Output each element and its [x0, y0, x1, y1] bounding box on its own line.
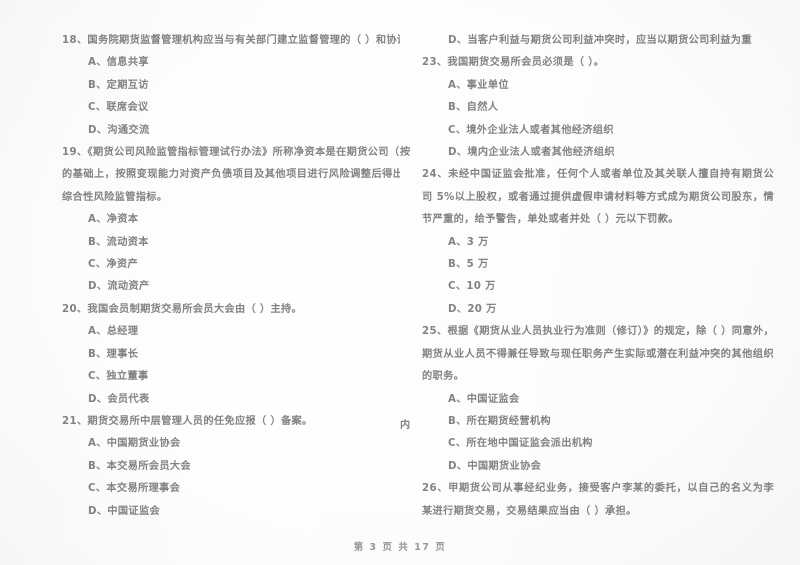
option-b: B、定期互访 [88, 79, 149, 91]
question-stem: 19、《期货公司风险监管指标管理试行办法》所称净资本是在期货公司（ ）的基础上，… [62, 147, 400, 203]
option-d: D、境内企业法人或者其他经济组织 [448, 147, 615, 159]
question-block: 18、国务院期货监督管理机构应当与有关部门建立监督管理的（ ）和协调配合机制。 … [62, 30, 400, 142]
scanned-exam-page: 18、国务院期货监督管理机构应当与有关部门建立监督管理的（ ）和协调配合机制。 … [0, 0, 800, 565]
question-block: 26、甲期货公司从事经纪业务，接受客户李某的委托，以自己的名义为李某进行期货交易… [422, 478, 774, 520]
question-stem: 18、国务院期货监督管理机构应当与有关部门建立监督管理的（ ）和协调配合机制。 [62, 35, 400, 46]
option-a: A、中国期货业协会 [88, 438, 181, 450]
option-c: C、10 万 [448, 281, 496, 293]
question-stem: 26、甲期货公司从事经纪业务，接受客户李某的委托，以自己的名义为李某进行期货交易… [422, 483, 774, 517]
question-block: 20、我国会员制期货交易所会员大会由（ ）主持。 A、总经理 B、理事长 C、独… [62, 299, 400, 411]
option-a: A、3 万 [448, 236, 489, 248]
question-block: D、当客户利益与期货公司利益冲突时，应当以期货公司利益为重 [422, 30, 774, 52]
question-block: 25、根据《期货从业人员执业行为准则（修订）》的规定，除（ ）同意外，期货从业人… [422, 321, 774, 478]
question-stem: 25、根据《期货从业人员执业行为准则（修订）》的规定，除（ ）同意外，期货从业人… [422, 326, 774, 383]
option-d: D、流动资产 [88, 281, 150, 293]
option-b: B、流动资本 [88, 236, 149, 248]
option-a: A、信息共享 [88, 57, 149, 69]
option-b: B、5 万 [448, 259, 489, 271]
two-column-body: 18、国务院期货监督管理机构应当与有关部门建立监督管理的（ ）和协调配合机制。 … [0, 0, 800, 520]
left-column: 18、国务院期货监督管理机构应当与有关部门建立监督管理的（ ）和协调配合机制。 … [0, 0, 400, 520]
option-a: A、事业单位 [448, 79, 509, 91]
option-d: D、中国证监会 [88, 505, 161, 517]
option-a: A、总经理 [88, 326, 139, 338]
gutter-wrap-fragment: 内 [400, 420, 411, 431]
right-column: 按 内 D、当客户利益与期货公司利益冲突时，应当以期货公司利益为重 23、我国期… [400, 0, 800, 520]
left-column-content: 18、国务院期货监督管理机构应当与有关部门建立监督管理的（ ）和协调配合机制。 … [62, 30, 400, 520]
question-stem: 20、我国会员制期货交易所会员大会由（ ）主持。 [62, 303, 303, 315]
gutter-wrap-fragment: 按 [400, 147, 411, 158]
option-c: C、独立董事 [88, 371, 149, 383]
option-c: C、净资产 [88, 259, 138, 271]
option-b: B、自然人 [448, 102, 499, 114]
question-block: 21、期货交易所中层管理人员的任免应报（ ）备案。 A、中国期货业协会 B、本交… [62, 411, 400, 520]
option-b: B、理事长 [88, 348, 139, 360]
option-a: A、中国证监会 [448, 393, 520, 405]
option-d: D、当客户利益与期货公司利益冲突时，应当以期货公司利益为重 [448, 35, 752, 46]
question-stem: 24、未经中国证监会批准，任何个人或者单位及其关联人擅自持有期货公司 5%以上股… [422, 169, 774, 226]
option-d: D、20 万 [448, 303, 497, 315]
option-c: C、联席会议 [88, 102, 149, 114]
option-b: B、本交易所会员大会 [88, 460, 191, 472]
right-column-content: D、当客户利益与期货公司利益冲突时，应当以期货公司利益为重 23、我国期货交易所… [422, 30, 774, 520]
question-block: 19、《期货公司风险监管指标管理试行办法》所称净资本是在期货公司（ ）的基础上，… [62, 142, 400, 299]
option-a: A、净资本 [88, 214, 139, 226]
page-footer: 第 3 页 共 17 页 [353, 542, 447, 553]
option-d: D、会员代表 [88, 393, 150, 405]
question-stem: 21、期货交易所中层管理人员的任免应报（ ）备案。 [62, 415, 313, 427]
option-c: C、境外企业法人或者其他经济组织 [448, 124, 614, 136]
question-block: 23、我国期货交易所会员必须是（ ）。 A、事业单位 B、自然人 C、境外企业法… [422, 52, 774, 164]
question-block: 24、未经中国证监会批准，任何个人或者单位及其关联人擅自持有期货公司 5%以上股… [422, 164, 774, 321]
question-stem: 23、我国期货交易所会员必须是（ ）。 [422, 57, 605, 69]
option-d: D、沟通交流 [88, 124, 150, 136]
option-c: C、所在地中国证监会派出机构 [448, 438, 593, 450]
option-b: B、所在期货经营机构 [448, 415, 551, 427]
option-c: C、本交易所理事会 [88, 483, 181, 495]
option-d: D、中国期货业协会 [448, 460, 542, 472]
